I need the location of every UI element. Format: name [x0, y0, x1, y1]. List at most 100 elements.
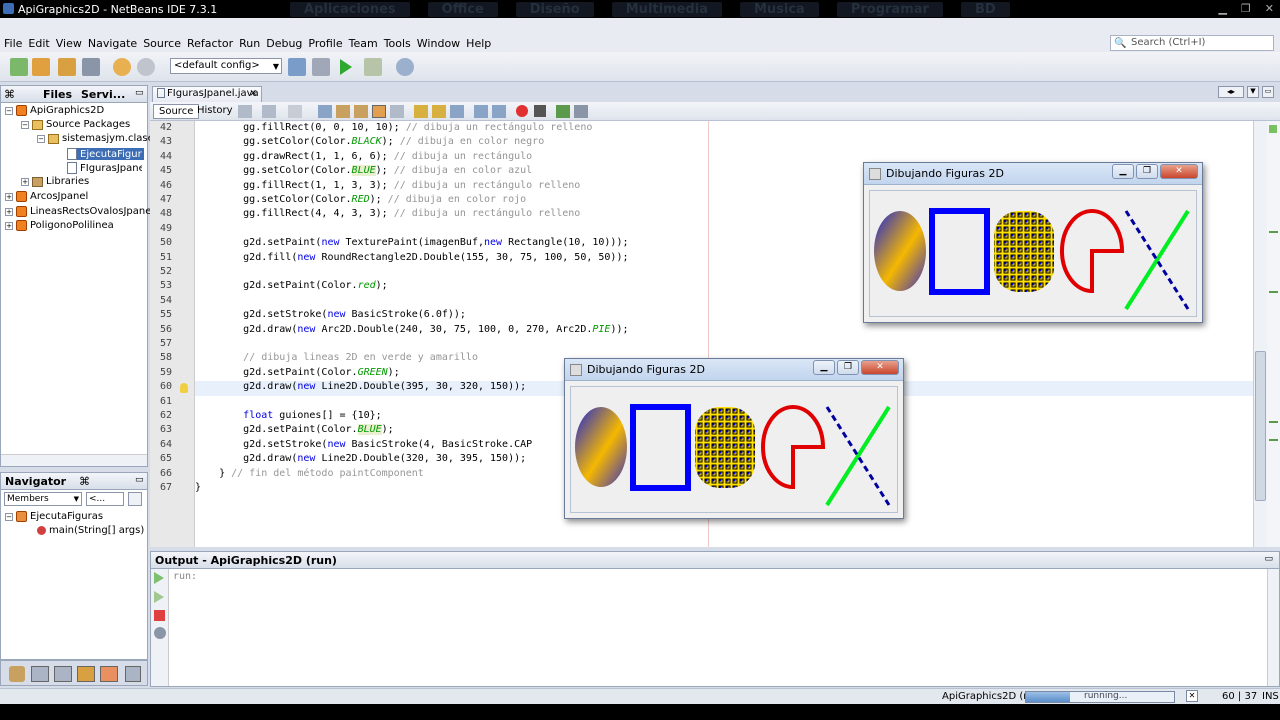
- maximize-icon[interactable]: ❐: [1136, 164, 1158, 179]
- panel-minimize-icon[interactable]: ▭: [135, 475, 144, 485]
- collapse-icon[interactable]: −: [21, 120, 29, 129]
- members-filter-select[interactable]: Members ▼: [4, 492, 82, 506]
- rerun-icon[interactable]: [154, 572, 164, 584]
- new-project-icon[interactable]: [32, 58, 50, 76]
- services-icon[interactable]: [77, 666, 95, 682]
- close-icon[interactable]: ✕: [249, 87, 257, 101]
- selection-icon[interactable]: [390, 105, 404, 118]
- maximize-icon[interactable]: ▭: [1262, 86, 1274, 98]
- maximize-icon[interactable]: ❐: [837, 360, 859, 375]
- tree-item-project[interactable]: − ApiGraphics2D: [5, 105, 104, 116]
- menu-help[interactable]: Help: [466, 37, 491, 50]
- close-icon[interactable]: ✕: [1265, 2, 1274, 15]
- tree-item-project[interactable]: + ArcosJpanel: [5, 191, 88, 202]
- nav-item-class[interactable]: − EjecutaFiguras: [5, 511, 103, 522]
- tree-item-source-packages[interactable]: − Source Packages: [21, 119, 130, 130]
- open-project-icon[interactable]: [58, 58, 76, 76]
- history-tab[interactable]: History: [192, 104, 238, 119]
- expand-icon[interactable]: +: [5, 192, 13, 201]
- search-input[interactable]: 🔍 Search (Ctrl+I): [1110, 35, 1274, 51]
- menu-source[interactable]: Source: [143, 37, 181, 50]
- nav-item-method[interactable]: main(String[] args): [37, 525, 144, 536]
- expand-icon[interactable]: +: [5, 221, 13, 230]
- figures-window-1[interactable]: Dibujando Figuras 2D ▁ ❐ ✕: [863, 162, 1203, 323]
- undo-icon[interactable]: [113, 58, 131, 76]
- tree-item-libraries[interactable]: + Libraries: [21, 176, 89, 187]
- tab-figuras-jpanel[interactable]: FIgurasJpanel.java ✕: [152, 86, 262, 102]
- new-file-icon[interactable]: [10, 58, 28, 76]
- lightbulb-hint-icon[interactable]: [180, 383, 188, 394]
- build-icon[interactable]: [288, 58, 306, 76]
- editor-vertical-scrollbar[interactable]: [1253, 121, 1267, 547]
- clean-build-icon[interactable]: [312, 58, 330, 76]
- menu-window[interactable]: Window: [417, 37, 460, 50]
- tasks-icon[interactable]: [100, 666, 118, 682]
- settings-icon[interactable]: [154, 627, 166, 639]
- menu-view[interactable]: View: [56, 37, 82, 50]
- hierarchy-icon[interactable]: [125, 666, 141, 682]
- shift-right-icon[interactable]: [492, 105, 506, 118]
- restore-icon[interactable]: ❐: [1241, 2, 1251, 15]
- menu-file[interactable]: File: [4, 37, 22, 50]
- shift-left-icon[interactable]: [474, 105, 488, 118]
- toggle-highlight-icon[interactable]: [372, 105, 386, 118]
- find-prev-icon[interactable]: [336, 105, 350, 118]
- panel-minimize-icon[interactable]: ▭: [1264, 554, 1273, 564]
- tree-item-project[interactable]: + PoligonoPolilinea: [5, 220, 114, 231]
- run-icon[interactable]: [340, 59, 352, 75]
- scope-filter-select[interactable]: <...: [86, 492, 124, 506]
- menu-run[interactable]: Run: [239, 37, 260, 50]
- menu-navigate[interactable]: Navigate: [88, 37, 137, 50]
- find-next-icon[interactable]: [354, 105, 368, 118]
- tree-item-package[interactable]: − sistemasjym.clases: [37, 133, 159, 144]
- palette-icon[interactable]: [9, 666, 25, 682]
- rerun-with-params-icon[interactable]: [154, 591, 164, 603]
- menu-profile[interactable]: Profile: [308, 37, 342, 50]
- profile-icon[interactable]: [396, 58, 414, 76]
- minimize-icon[interactable]: ▁: [1218, 2, 1226, 15]
- horizontal-scrollbar[interactable]: [1, 454, 147, 466]
- expand-icon[interactable]: +: [5, 207, 13, 216]
- save-all-icon[interactable]: [82, 58, 100, 76]
- config-select[interactable]: <default config> ▼: [170, 58, 282, 74]
- last-edit-icon[interactable]: [288, 105, 302, 118]
- close-icon[interactable]: ✕: [861, 360, 899, 375]
- comment-icon[interactable]: [556, 105, 570, 118]
- panel-menu-icon[interactable]: ⌘: [4, 88, 15, 101]
- panel-minimize-icon[interactable]: ▭: [135, 88, 144, 98]
- window-icon[interactable]: [31, 666, 49, 682]
- toggle-bookmark-icon[interactable]: [450, 105, 464, 118]
- menu-team[interactable]: Team: [349, 37, 378, 50]
- stop-macro-icon[interactable]: [534, 105, 546, 117]
- next-bookmark-icon[interactable]: [432, 105, 446, 118]
- debug-icon[interactable]: [364, 58, 382, 76]
- redo-icon[interactable]: [137, 58, 155, 76]
- panel-menu-icon[interactable]: ⌘: [79, 475, 90, 488]
- menu-debug[interactable]: Debug: [266, 37, 302, 50]
- scroll-tabs-icon[interactable]: ◂▸: [1218, 86, 1244, 98]
- tab-files[interactable]: Files: [43, 88, 72, 101]
- expand-icon[interactable]: +: [21, 177, 29, 186]
- figures-window-2[interactable]: Dibujando Figuras 2D ▁ ❐ ✕: [564, 358, 904, 519]
- stop-icon[interactable]: [154, 610, 165, 621]
- prev-bookmark-icon[interactable]: [414, 105, 428, 118]
- navigator-options-icon[interactable]: [128, 492, 142, 506]
- scrollbar-thumb[interactable]: [1255, 351, 1266, 501]
- tab-services[interactable]: Servi...: [81, 88, 125, 101]
- tree-item-file-selected[interactable]: EjecutaFiguras.java: [67, 148, 144, 160]
- menu-tools[interactable]: Tools: [384, 37, 411, 50]
- chevron-down-icon[interactable]: ▼: [1247, 86, 1259, 98]
- back-icon[interactable]: [238, 105, 252, 118]
- minimize-icon[interactable]: ▁: [813, 360, 835, 375]
- find-icon[interactable]: [318, 105, 332, 118]
- minimize-icon[interactable]: ▁: [1112, 164, 1134, 179]
- collapse-icon[interactable]: −: [37, 134, 45, 143]
- cancel-progress-icon[interactable]: ✕: [1186, 690, 1198, 702]
- menu-refactor[interactable]: Refactor: [187, 37, 233, 50]
- uncomment-icon[interactable]: [574, 105, 588, 118]
- forward-icon[interactable]: [262, 105, 276, 118]
- tree-item-file[interactable]: FIgurasJpanel.java: [67, 162, 142, 174]
- close-icon[interactable]: ✕: [1160, 164, 1198, 179]
- collapse-icon[interactable]: −: [5, 106, 13, 115]
- window-icon[interactable]: [54, 666, 72, 682]
